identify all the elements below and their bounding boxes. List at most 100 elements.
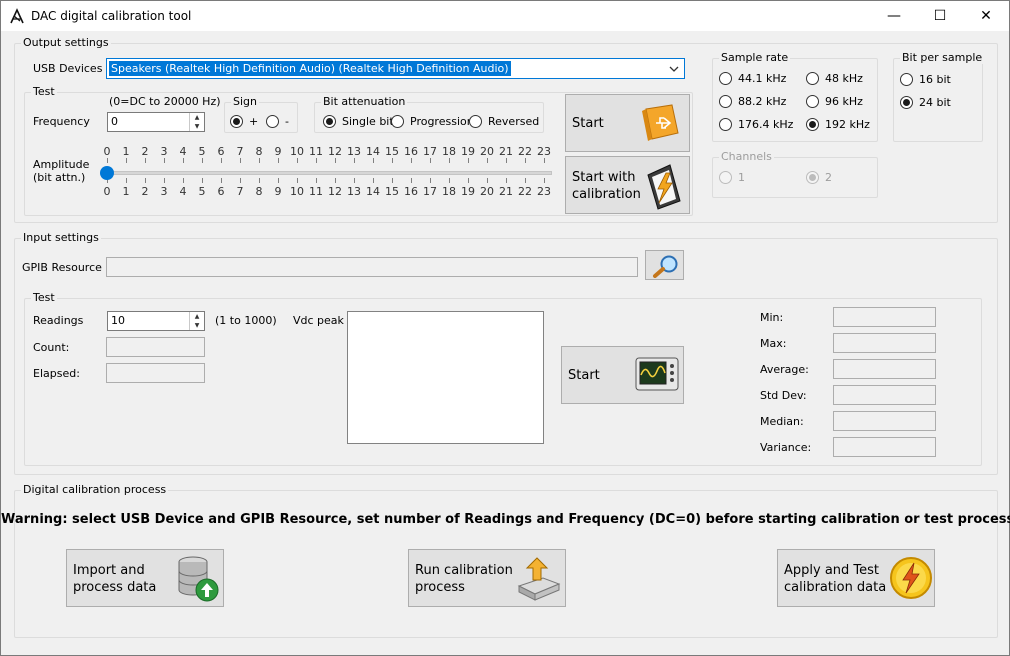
slider-tick-label: 21 <box>499 145 513 158</box>
slider-tick-mark <box>259 178 260 183</box>
slider-tick-mark <box>506 178 507 183</box>
radio-indicator <box>806 72 819 85</box>
rate-88k-radio[interactable]: 88.2 kHz <box>719 95 786 108</box>
sign-minus-radio[interactable]: - <box>266 115 289 128</box>
radio-indicator <box>806 95 819 108</box>
magnifier-icon <box>653 255 678 278</box>
stat-average-label: Average: <box>760 363 809 376</box>
rate-192k-label: 192 kHz <box>825 118 870 131</box>
stat-max-field <box>833 333 936 353</box>
frequency-stepper[interactable]: ▲ ▼ <box>189 113 204 131</box>
chevron-down-icon <box>669 66 679 72</box>
slider-tick-label: 7 <box>236 185 244 198</box>
sign-minus-label: - <box>285 115 289 128</box>
radio-indicator <box>719 95 732 108</box>
gpib-search-button[interactable] <box>645 250 684 280</box>
slider-tick-label: 7 <box>236 145 244 158</box>
rate-88k-label: 88.2 kHz <box>738 95 787 108</box>
slider-tick-label: 22 <box>518 145 532 158</box>
vdc-peak-list[interactable] <box>347 311 544 444</box>
input-start-button[interactable]: Start <box>561 346 684 404</box>
radio-indicator <box>323 115 336 128</box>
slider-tick-label: 2 <box>141 145 149 158</box>
slider-tick-mark <box>221 158 222 163</box>
slider-tick-label: 11 <box>309 185 323 198</box>
start-with-calibration-button[interactable]: Start with calibration <box>565 156 690 214</box>
atten-reversed-radio[interactable]: Reversed <box>469 115 539 128</box>
atten-single-radio[interactable]: Single bit <box>323 115 394 128</box>
apply-test-calibration-button[interactable]: Apply and Test calibration data <box>777 549 935 607</box>
slider-tick-label: 19 <box>461 145 475 158</box>
import-line2: process data <box>73 580 157 595</box>
run-calibration-button[interactable]: Run calibration process <box>408 549 566 607</box>
amplitude-slider[interactable]: 0 1 2 3 4 5 6 7 8 9 10 11 12 13 14 15 16 17 18 19 20 21 22 23 0… <box>97 145 557 201</box>
slider-tick-label: 23 <box>537 145 551 158</box>
rate-96k-radio[interactable]: 96 kHz <box>806 95 863 108</box>
atten-progression-radio[interactable]: Progression <box>391 115 474 128</box>
bits-16-radio[interactable]: 16 bit <box>900 73 951 86</box>
slider-tick-label: 8 <box>255 145 263 158</box>
gpib-resource-field[interactable] <box>106 257 638 277</box>
slider-tick-label: 16 <box>404 145 418 158</box>
slider-tick-label: 12 <box>328 185 342 198</box>
stat-average-field <box>833 359 936 379</box>
usb-devices-label: USB Devices <box>33 62 103 75</box>
slider-tick-label: 18 <box>442 145 456 158</box>
output-start-button[interactable]: Start <box>565 94 690 152</box>
oscilloscope-icon <box>635 357 679 391</box>
radio-indicator <box>719 72 732 85</box>
bit-attenuation-label: Bit attenuation <box>321 95 408 108</box>
count-label: Count: <box>33 341 70 354</box>
import-process-data-button[interactable]: Import and process data <box>66 549 224 607</box>
channel-2-radio[interactable]: 2 <box>806 171 832 184</box>
usb-devices-select[interactable]: Speakers (Realtek High Definition Audio)… <box>106 58 685 79</box>
rate-192k-radio[interactable]: 192 kHz <box>806 118 870 131</box>
slider-tick-mark <box>430 178 431 183</box>
slider-tick-mark <box>468 178 469 183</box>
radio-indicator <box>900 73 913 86</box>
readings-input[interactable]: 10 ▲ ▼ <box>107 311 205 331</box>
slider-tick-label: 14 <box>366 185 380 198</box>
slider-tick-label: 2 <box>141 185 149 198</box>
slider-tick-mark <box>240 158 241 163</box>
slider-tick-label: 1 <box>122 185 130 198</box>
stat-median-label: Median: <box>760 415 804 428</box>
rate-96k-label: 96 kHz <box>825 95 863 108</box>
slider-tick-mark <box>506 158 507 163</box>
maximize-button[interactable]: ☐ <box>917 1 963 31</box>
slider-tick-mark <box>126 178 127 183</box>
channel-2-label: 2 <box>825 171 832 184</box>
readings-stepper[interactable]: ▲ ▼ <box>189 312 204 330</box>
sign-plus-radio[interactable]: + <box>230 115 258 128</box>
apply-line1: Apply and Test <box>784 563 880 578</box>
run-line1: Run calibration <box>415 563 513 578</box>
stat-stddev-label: Std Dev: <box>760 389 807 402</box>
rate-176k-radio[interactable]: 176.4 kHz <box>719 118 793 131</box>
radio-indicator <box>266 115 279 128</box>
slider-tick-label: 20 <box>480 145 494 158</box>
gpib-resource-label: GPIB Resource <box>22 261 102 274</box>
minimize-button[interactable]: — <box>871 1 917 31</box>
slider-tick-mark <box>278 158 279 163</box>
slider-tick-mark <box>449 178 450 183</box>
bits-24-radio[interactable]: 24 bit <box>900 96 951 109</box>
slider-tick-label: 3 <box>160 145 168 158</box>
frequency-input[interactable]: 0 ▲ ▼ <box>107 112 205 132</box>
slider-thumb[interactable] <box>100 166 114 180</box>
amplitude-label: Amplitude <box>33 158 90 171</box>
slider-track <box>105 171 552 175</box>
slider-tick-label: 19 <box>461 185 475 198</box>
slider-tick-label: 14 <box>366 145 380 158</box>
channel-1-radio[interactable]: 1 <box>719 171 745 184</box>
rate-48k-radio[interactable]: 48 kHz <box>806 72 863 85</box>
rate-44k-radio[interactable]: 44.1 kHz <box>719 72 786 85</box>
count-field <box>106 337 205 357</box>
close-button[interactable]: ✕ <box>963 1 1009 31</box>
stat-variance-label: Variance: <box>760 441 812 454</box>
radio-indicator <box>469 115 482 128</box>
slider-tick-label: 10 <box>290 145 304 158</box>
slider-tick-label: 9 <box>274 145 282 158</box>
elapsed-label: Elapsed: <box>33 367 80 380</box>
start-cal-line1: Start with <box>572 170 636 185</box>
slider-tick-mark <box>449 158 450 163</box>
